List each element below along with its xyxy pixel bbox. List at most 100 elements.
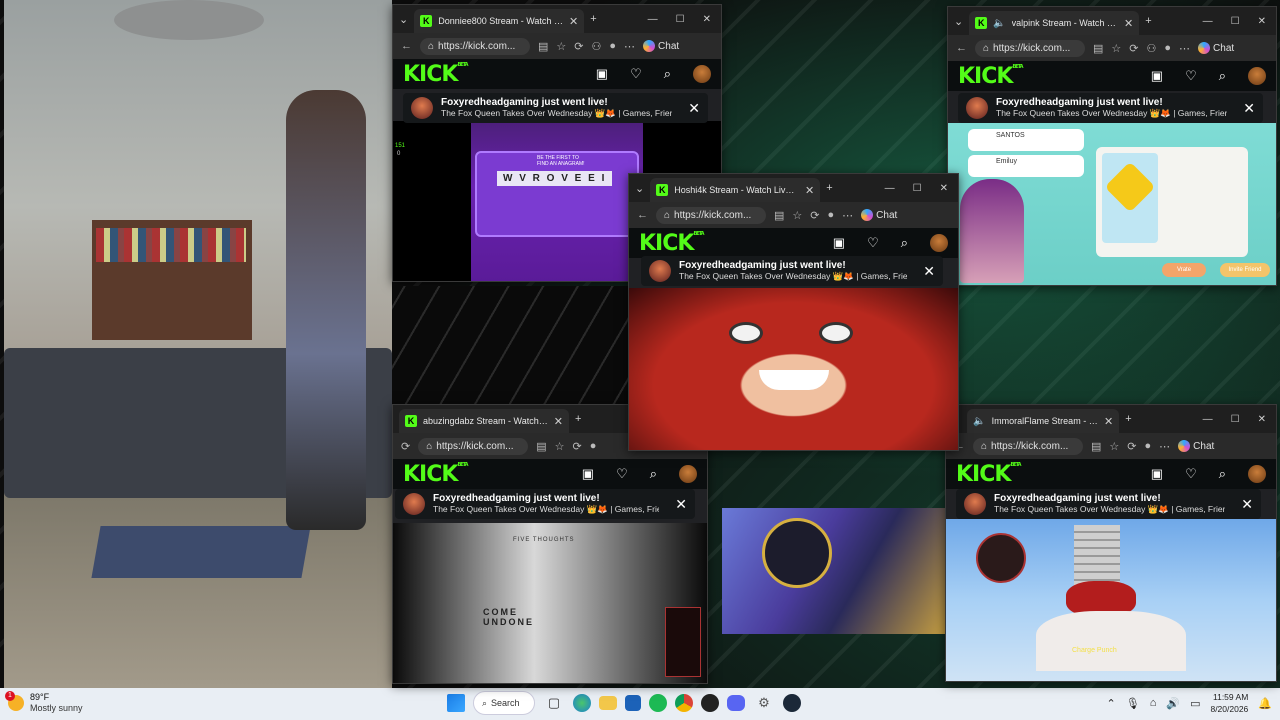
copilot-chat-button[interactable]: Chat [861,209,897,221]
extensions-icon[interactable]: ⟳ [1129,42,1138,55]
obs-icon[interactable] [701,694,719,712]
network-icon[interactable]: ⌂ [1150,697,1157,709]
browse-icon[interactable]: ▣ [833,235,845,251]
kick-logo[interactable]: KICKBETA [639,231,811,256]
favorite-star-icon[interactable]: ☆ [1109,440,1119,453]
extensions-icon[interactable]: ⟳ [810,209,819,222]
more-menu-icon[interactable]: ⋯ [1159,440,1170,453]
extensions-icon[interactable]: ⟳ [574,40,583,53]
reader-icon[interactable]: ▤ [1091,440,1101,453]
collections-icon[interactable]: ⚇ [592,40,602,53]
notification-close-icon[interactable]: ✕ [1243,100,1255,117]
close-tab-icon[interactable]: ✕ [554,415,563,428]
copilot-chat-button[interactable]: Chat [643,40,679,52]
user-avatar[interactable] [1248,465,1266,483]
weather-widget[interactable]: 1 89°F Mostly sunny [5,691,83,714]
tab-valpink[interactable]: K 🔈 valpink Stream - Watch Live o ✕ [969,11,1140,35]
notification-close-icon[interactable]: ✕ [923,263,935,280]
browser-window-valpink[interactable]: ⌄ K 🔈 valpink Stream - Watch Live o ✕ + … [947,6,1277,286]
kick-logo[interactable]: KICKBETA [403,62,574,87]
battery-icon[interactable]: ▭ [1190,697,1200,710]
site-info-icon[interactable]: ⌂ [426,441,432,452]
kick-logo[interactable]: KICKBETA [956,462,1129,487]
store-icon[interactable] [625,695,641,711]
live-notification[interactable]: Foxyredheadgaming just went live! The Fo… [395,489,695,519]
browse-icon[interactable]: ▣ [1151,466,1163,482]
url-field[interactable]: ⌂ https://kick.com... [420,37,530,55]
maximize-icon[interactable]: ☐ [913,183,922,194]
minimize-icon[interactable]: — [885,183,895,194]
profile-icon[interactable]: ● [828,209,835,221]
favorite-star-icon[interactable]: ☆ [1111,42,1121,55]
favorite-star-icon[interactable]: ☆ [556,40,566,53]
close-tab-icon[interactable]: ✕ [1124,17,1133,30]
stream-video[interactable]: FIVE THOUGHTS COME UNDONE [393,523,707,683]
tab-list-chevron-icon[interactable]: ⌄ [635,182,644,195]
clock[interactable]: 11:59 AM 8/20/2026 [1210,691,1248,715]
favorite-star-icon[interactable]: ☆ [792,209,802,222]
task-view-icon[interactable]: ▢ [543,692,565,714]
muted-speaker-icon[interactable]: 🔈 [993,18,1005,29]
new-tab-button[interactable]: + [826,182,832,194]
live-notification[interactable]: Foxyredheadgaming just went live! The Fo… [641,256,943,286]
live-notification[interactable]: Foxyredheadgaming just went live! The Fo… [958,93,1263,123]
minimize-icon[interactable]: — [1203,414,1213,425]
profile-icon[interactable]: ● [609,40,616,52]
url-field[interactable]: ⌂ https://kick.com... [656,206,766,224]
profile-icon[interactable]: ● [1145,440,1152,452]
tab-donniee800[interactable]: K Donniee800 Stream - Watch Live o ✕ [414,9,585,33]
new-tab-button[interactable]: + [1145,15,1151,27]
more-menu-icon[interactable]: ⋯ [842,209,853,222]
microphone-icon[interactable]: 🎙 [1126,697,1140,710]
browse-icon[interactable]: ▣ [1151,68,1163,84]
profile-icon[interactable]: ● [1164,42,1171,54]
notification-close-icon[interactable]: ✕ [675,496,687,513]
tab-list-chevron-icon[interactable]: ⌄ [399,13,408,26]
minimize-icon[interactable]: — [648,14,658,25]
user-avatar[interactable] [693,65,711,83]
copilot-chat-button[interactable]: Chat [1198,42,1234,54]
site-info-icon[interactable]: ⌂ [428,41,434,52]
heart-icon[interactable]: ♡ [616,466,628,482]
search-icon[interactable]: ⌕ [1219,68,1226,84]
notification-close-icon[interactable]: ✕ [688,100,700,117]
notification-bell-icon[interactable]: 🔔 [1258,697,1272,710]
heart-icon[interactable]: ♡ [867,235,879,251]
stream-video[interactable]: Charge Punch [946,519,1276,681]
browser-window-immoralflame[interactable]: ⌄ 🔈 ImmoralFlame Stream - Watc ✕ + — ☐ ✕… [945,404,1277,682]
tab-abuzingdabz[interactable]: K abuzingdabz Stream - Watch Live ✕ [399,409,569,433]
file-explorer-icon[interactable] [599,696,617,710]
close-tab-icon[interactable]: ✕ [1104,415,1113,428]
new-tab-button[interactable]: + [1125,413,1131,425]
invite-button[interactable]: Invite Friend [1220,263,1270,277]
collections-icon[interactable]: ⚇ [1147,42,1157,55]
reader-icon[interactable]: ▤ [774,209,784,222]
close-tab-icon[interactable]: ✕ [569,15,578,28]
live-notification[interactable]: Foxyredheadgaming just went live! The Fo… [403,93,708,123]
user-avatar[interactable] [679,465,697,483]
new-tab-button[interactable]: + [590,13,596,25]
maximize-icon[interactable]: ☐ [1231,16,1240,27]
browse-icon[interactable]: ▣ [582,466,594,482]
user-avatar[interactable] [930,234,948,252]
reader-icon[interactable]: ▤ [536,440,546,453]
settings-gear-icon[interactable]: ⚙ [753,692,775,714]
close-window-icon[interactable]: ✕ [1258,414,1266,425]
muted-speaker-icon[interactable]: 🔈 [973,416,985,427]
tray-overflow-chevron-icon[interactable]: ⌃ [1107,697,1116,710]
site-info-icon[interactable]: ⌂ [981,441,987,452]
extensions-icon[interactable]: ⟳ [573,440,582,453]
maximize-icon[interactable]: ☐ [1231,414,1240,425]
tab-immoralflame[interactable]: 🔈 ImmoralFlame Stream - Watc ✕ [967,409,1120,433]
url-field[interactable]: ⌂ https://kick.com... [973,437,1083,455]
url-field[interactable]: ⌂ https://kick.com... [418,437,529,455]
browse-icon[interactable]: ▣ [596,66,608,82]
reader-icon[interactable]: ▤ [538,40,548,53]
back-icon[interactable]: ← [401,40,412,52]
new-tab-button[interactable]: + [575,413,581,425]
close-window-icon[interactable]: ✕ [940,183,948,194]
close-window-icon[interactable]: ✕ [1258,16,1266,27]
refresh-icon[interactable]: ⟳ [401,440,410,453]
copilot-chat-button[interactable]: Chat [1178,440,1214,452]
spotify-icon[interactable] [649,694,667,712]
